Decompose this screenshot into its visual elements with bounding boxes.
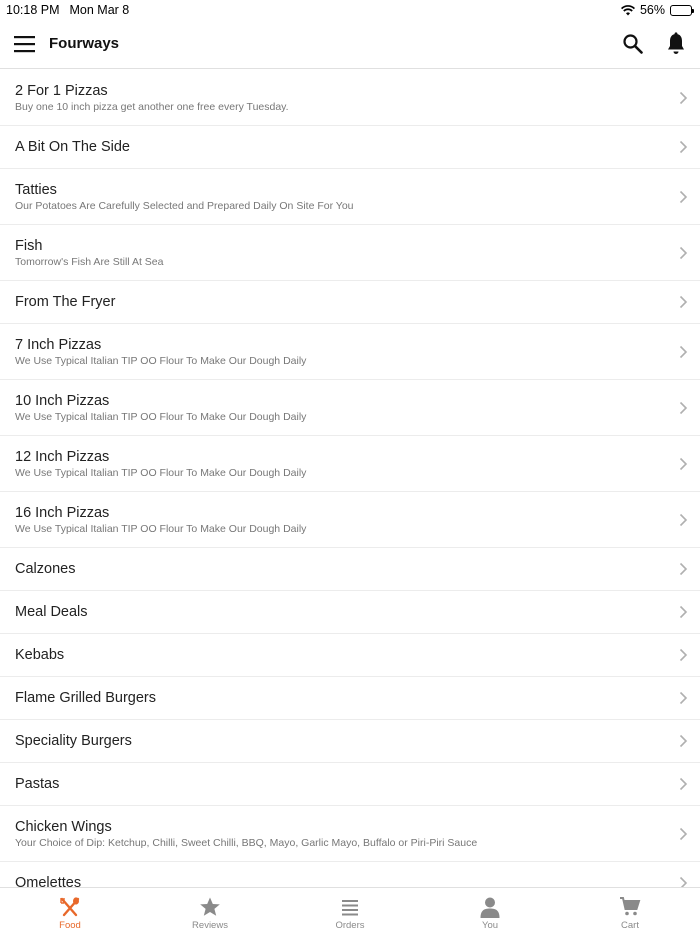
menu-category-title: Speciality Burgers [15, 733, 132, 749]
menu-category-title: From The Fryer [15, 294, 116, 310]
cart-icon [619, 896, 641, 918]
menu-category-title: Meal Deals [15, 604, 88, 620]
tab-label: Food [59, 920, 81, 931]
menu-category-title: Chicken Wings [15, 819, 112, 835]
star-icon [199, 896, 221, 918]
menu-category-row[interactable]: Tatties Our Potatoes Are Carefully Select… [0, 169, 700, 225]
menu-category-title: Kebabs [15, 647, 65, 663]
menu-category-row[interactable]: Flame Grilled Burgers [0, 677, 700, 720]
menu-category-row[interactable]: From The Fryer [0, 281, 700, 324]
chevron-right-icon [679, 401, 688, 415]
status-date: Mon Mar 8 [69, 3, 130, 17]
notifications-bell-icon[interactable] [665, 32, 687, 56]
person-icon [479, 896, 501, 918]
menu-category-row[interactable]: 16 Inch Pizzas We Use Typical Italian TIP… [0, 492, 700, 548]
menu-category-title: Pastas [15, 776, 60, 792]
app-bar: Fourways [0, 20, 700, 69]
menu-category-subtitle: We Use Typical Italian TIP OO Flour To M… [15, 411, 307, 423]
menu-category-subtitle: We Use Typical Italian TIP OO Flour To M… [15, 467, 307, 479]
menu-category-title: 7 Inch Pizzas [15, 337, 102, 353]
menu-category-row[interactable]: Calzones [0, 548, 700, 591]
chevron-right-icon [679, 457, 688, 471]
menu-category-title: 12 Inch Pizzas [15, 449, 110, 465]
menu-category-row[interactable]: 7 Inch Pizzas We Use Typical Italian TIP … [0, 324, 700, 380]
tab-label: You [481, 920, 499, 931]
food-icon [59, 896, 81, 918]
menu-category-row[interactable]: Meal Deals [0, 591, 700, 634]
menu-category-row[interactable]: 2 For 1 Pizzas Buy one 10 inch pizza get … [0, 70, 700, 126]
battery-icon [670, 4, 694, 16]
menu-category-subtitle: Your Choice of Dip: Ketchup, Chilli, Swe… [15, 837, 478, 849]
chevron-right-icon [679, 777, 688, 791]
chevron-right-icon [679, 562, 688, 576]
chevron-right-icon [679, 91, 688, 105]
search-icon[interactable] [622, 33, 644, 55]
status-time: 10:18 PM [6, 3, 60, 17]
menu-category-title: Omelettes [15, 875, 82, 887]
chevron-right-icon [679, 513, 688, 527]
menu-category-subtitle: Our Potatoes Are Carefully Selected and … [15, 200, 354, 212]
menu-category-subtitle: Buy one 10 inch pizza get another one fr… [15, 101, 289, 113]
menu-category-row[interactable]: Kebabs [0, 634, 700, 677]
menu-category-row[interactable]: Pastas [0, 763, 700, 806]
chevron-right-icon [679, 246, 688, 260]
menu-category-row[interactable]: A Bit On The Side [0, 126, 700, 169]
chevron-right-icon [679, 345, 688, 359]
tab-label: Reviews [192, 920, 228, 931]
tab-cart[interactable]: Cart [560, 888, 700, 934]
menu-category-title: Flame Grilled Burgers [15, 690, 157, 706]
menu-category-title: 10 Inch Pizzas [15, 393, 110, 409]
tab-label: Cart [621, 920, 639, 931]
chevron-right-icon [679, 827, 688, 841]
tab-label: Orders [335, 920, 365, 931]
chevron-right-icon [679, 140, 688, 154]
menu-category-title: A Bit On The Side [15, 139, 130, 155]
menu-category-row[interactable]: Fish Tomorrow's Fish Are Still At Sea [0, 225, 700, 281]
status-bar: 10:18 PM Mon Mar 8 56% [0, 0, 700, 20]
bottom-tab-bar: Food Reviews Orders You Cart [0, 887, 700, 934]
list-icon [339, 896, 361, 918]
menu-category-row[interactable]: Chicken Wings Your Choice of Dip: Ketchup… [0, 806, 700, 862]
chevron-right-icon [679, 648, 688, 662]
battery-percent: 56% [639, 3, 665, 17]
tab-food[interactable]: Food [0, 888, 140, 934]
menu-category-subtitle: We Use Typical Italian TIP OO Flour To M… [15, 355, 307, 367]
chevron-right-icon [679, 190, 688, 204]
menu-category-title: 16 Inch Pizzas [15, 505, 110, 521]
tab-reviews[interactable]: Reviews [140, 888, 280, 934]
menu-category-title: Calzones [15, 561, 76, 577]
menu-category-title: 2 For 1 Pizzas [15, 83, 108, 99]
chevron-right-icon [679, 605, 688, 619]
chevron-right-icon [679, 734, 688, 748]
menu-category-subtitle: We Use Typical Italian TIP OO Flour To M… [15, 523, 307, 535]
menu-category-row[interactable]: Speciality Burgers [0, 720, 700, 763]
wifi-icon [620, 4, 635, 15]
menu-category-subtitle: Tomorrow's Fish Are Still At Sea [15, 256, 164, 268]
chevron-right-icon [679, 691, 688, 705]
menu-category-row[interactable]: Omelettes [0, 862, 700, 887]
chevron-right-icon [679, 876, 688, 887]
menu-category-row[interactable]: 12 Inch Pizzas We Use Typical Italian TIP… [0, 436, 700, 492]
menu-category-row[interactable]: 10 Inch Pizzas We Use Typical Italian TIP… [0, 380, 700, 436]
hamburger-menu-icon[interactable] [14, 35, 36, 53]
menu-category-list: 2 For 1 Pizzas Buy one 10 inch pizza get … [0, 70, 700, 887]
chevron-right-icon [679, 295, 688, 309]
page-title: Fourways [49, 35, 120, 52]
menu-category-title: Fish [15, 238, 43, 254]
menu-category-title: Tatties [15, 182, 57, 198]
tab-orders[interactable]: Orders [280, 888, 420, 934]
tab-you[interactable]: You [420, 888, 560, 934]
